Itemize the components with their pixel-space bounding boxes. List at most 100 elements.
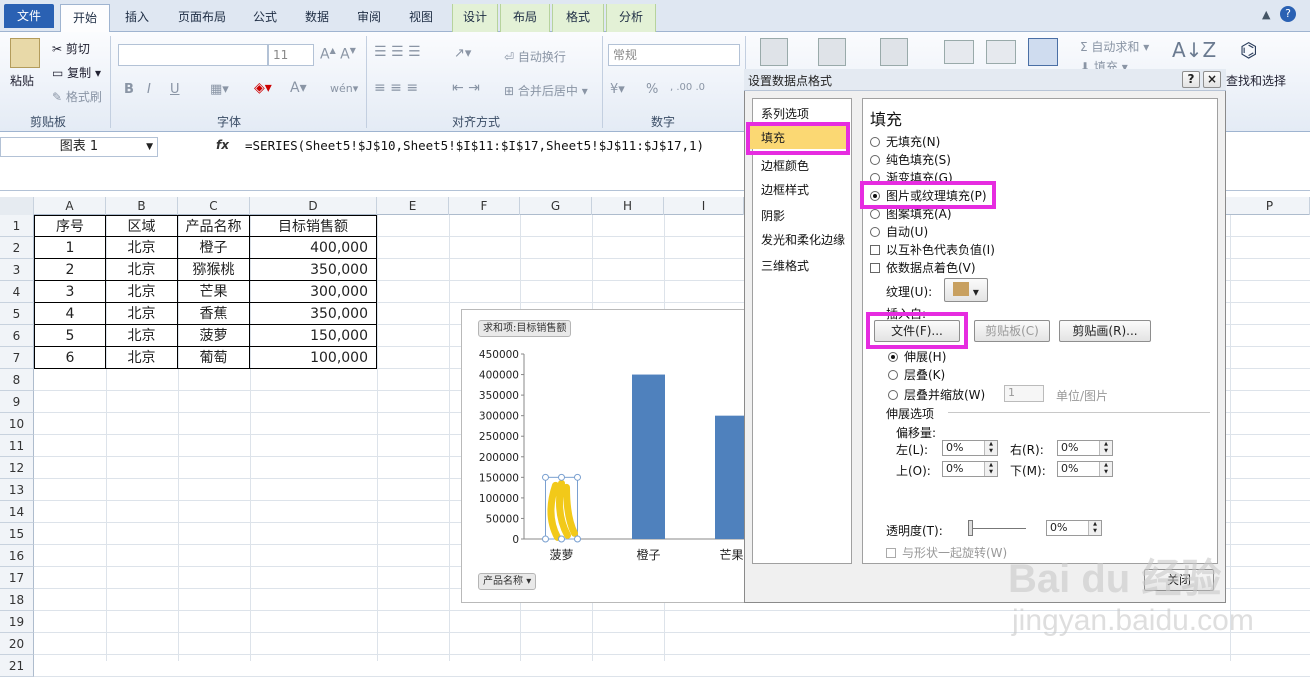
tab-review[interactable]: 审阅 <box>348 4 390 32</box>
table-cell[interactable]: 北京 <box>106 281 178 303</box>
column-header[interactable]: C <box>178 197 250 215</box>
paste-button[interactable]: 粘贴 <box>10 72 34 89</box>
no-fill-radio[interactable]: 无填充(N) <box>870 133 940 150</box>
tab-file[interactable]: 文件 <box>4 4 54 28</box>
row-header[interactable]: 6 <box>0 325 34 347</box>
nav-glow-soft-edges[interactable]: 发光和柔化边缘 <box>761 231 845 248</box>
name-box[interactable]: 图表 1 ▼ <box>0 137 158 157</box>
automatic-radio[interactable]: 自动(U) <box>870 223 928 240</box>
nav-border-style[interactable]: 边框样式 <box>761 181 809 198</box>
align-left-icon[interactable]: ≡ ≡ ≡ <box>374 80 418 96</box>
table-cell[interactable]: 橙子 <box>178 237 250 259</box>
stack-radio[interactable]: 层叠(K) <box>888 366 945 383</box>
orientation-icon[interactable]: ↗▾ <box>454 46 471 61</box>
table-cell[interactable]: 6 <box>34 347 106 369</box>
vary-colors-checkbox[interactable]: 依数据点着色(V) <box>870 259 976 276</box>
table-format-icon[interactable] <box>818 38 846 66</box>
tab-view[interactable]: 视图 <box>400 4 442 32</box>
row-header[interactable]: 11 <box>0 435 34 457</box>
grow-font-icon[interactable]: A▲ A▼ <box>320 46 356 63</box>
row-header[interactable]: 15 <box>0 523 34 545</box>
tab-formulas[interactable]: 公式 <box>244 4 286 32</box>
row-header[interactable]: 21 <box>0 655 34 677</box>
column-header[interactable]: H <box>592 197 664 215</box>
chevron-down-icon[interactable]: ▼ <box>146 138 153 156</box>
indent-icon[interactable]: ⇤ ⇥ <box>452 80 480 96</box>
border-icon[interactable]: ▦▾ <box>210 82 229 97</box>
tab-layout[interactable]: 布局 <box>500 4 550 32</box>
row-header[interactable]: 20 <box>0 633 34 655</box>
texture-dropdown[interactable]: ▾ <box>944 278 988 302</box>
row-header[interactable]: 18 <box>0 589 34 611</box>
binoculars-icon[interactable]: ⌬ <box>1240 38 1257 62</box>
cut-button[interactable]: ✂ 剪切 <box>52 40 90 57</box>
formula-input[interactable]: =SERIES(Sheet5!$J$10,Sheet5!$I$11:$I$17,… <box>245 138 704 153</box>
row-header[interactable]: 17 <box>0 567 34 589</box>
solid-fill-radio[interactable]: 纯色填充(S) <box>870 151 951 168</box>
column-header[interactable]: F <box>449 197 520 215</box>
column-header[interactable]: E <box>377 197 449 215</box>
stretch-radio[interactable]: 伸展(H) <box>888 348 946 365</box>
tab-analyze[interactable]: 分析 <box>606 4 656 32</box>
percent-button[interactable]: % <box>646 82 658 97</box>
tab-home[interactable]: 开始 <box>60 4 110 33</box>
axis-field-button[interactable]: 产品名称 ▾ <box>478 573 537 590</box>
table-cell[interactable]: 葡萄 <box>178 347 250 369</box>
table-cell[interactable]: 4 <box>34 303 106 325</box>
tab-data[interactable]: 数据 <box>296 4 338 32</box>
tab-insert[interactable]: 插入 <box>114 4 160 32</box>
nav-3d-format[interactable]: 三维格式 <box>761 257 809 274</box>
font-size-combo[interactable]: 11 <box>268 44 314 66</box>
italic-button[interactable]: I <box>147 82 151 97</box>
row-header[interactable]: 8 <box>0 369 34 391</box>
offset-bottom-spinner[interactable]: 0% <box>1057 461 1113 477</box>
table-header-cell[interactable]: 序号 <box>34 215 106 237</box>
decimal-icon[interactable]: , .00 .0 <box>670 82 705 93</box>
nav-series-options[interactable]: 系列选项 <box>761 105 809 122</box>
tab-design[interactable]: 设计 <box>452 4 498 32</box>
table-header-cell[interactable]: 区域 <box>106 215 178 237</box>
tab-format[interactable]: 格式 <box>552 4 604 32</box>
table-cell[interactable]: 5 <box>34 325 106 347</box>
find-select-button[interactable]: 查找和选择 <box>1226 72 1286 89</box>
row-header[interactable]: 16 <box>0 545 34 567</box>
minimize-ribbon-icon[interactable]: ▲ <box>1262 8 1270 21</box>
nav-border-color[interactable]: 边框颜色 <box>761 157 809 174</box>
pivot-chart[interactable]: 求和项:目标销售额 450000 400000 350000 300000 250000… <box>461 309 752 603</box>
select-all-corner[interactable] <box>0 197 34 215</box>
help-button[interactable]: ? <box>1182 71 1200 88</box>
conditional-format-icon[interactable] <box>760 38 788 66</box>
table-cell[interactable]: 北京 <box>106 237 178 259</box>
table-cell[interactable]: 香蕉 <box>178 303 250 325</box>
format-cells-icon[interactable] <box>1028 38 1058 66</box>
copy-button[interactable]: ▭ 复制 ▾ <box>52 64 101 81</box>
close-icon[interactable]: × <box>1203 71 1221 88</box>
insert-cells-icon[interactable] <box>944 40 974 64</box>
paste-icon[interactable] <box>10 38 40 68</box>
delete-cells-icon[interactable] <box>986 40 1016 64</box>
row-header[interactable]: 10 <box>0 413 34 435</box>
row-header[interactable]: 7 <box>0 347 34 369</box>
help-icon[interactable]: ? <box>1280 6 1296 22</box>
phonetic-icon[interactable]: wén▾ <box>330 82 358 95</box>
column-header[interactable]: P <box>1230 197 1310 215</box>
row-header[interactable]: 9 <box>0 391 34 413</box>
currency-icon[interactable]: ¥▾ <box>610 82 625 97</box>
offset-right-spinner[interactable]: 0% <box>1057 440 1113 456</box>
transparency-spinner[interactable]: 0% <box>1046 520 1102 536</box>
underline-button[interactable]: U <box>170 82 180 97</box>
table-cell[interactable]: 芒果 <box>178 281 250 303</box>
row-header[interactable]: 3 <box>0 259 34 281</box>
table-cell[interactable]: 100,000 <box>250 347 377 369</box>
table-cell[interactable]: 300,000 <box>250 281 377 303</box>
table-cell[interactable]: 3 <box>34 281 106 303</box>
table-cell[interactable]: 1 <box>34 237 106 259</box>
row-header[interactable]: 12 <box>0 457 34 479</box>
offset-left-spinner[interactable]: 0% <box>942 440 998 456</box>
format-painter-button[interactable]: ✎ 格式刷 <box>52 88 102 105</box>
column-header[interactable]: D <box>250 197 377 215</box>
fill-color-icon[interactable]: ◈▾ <box>254 80 272 96</box>
column-header[interactable]: A <box>34 197 106 215</box>
row-header[interactable]: 1 <box>0 215 34 237</box>
row-header[interactable]: 4 <box>0 281 34 303</box>
